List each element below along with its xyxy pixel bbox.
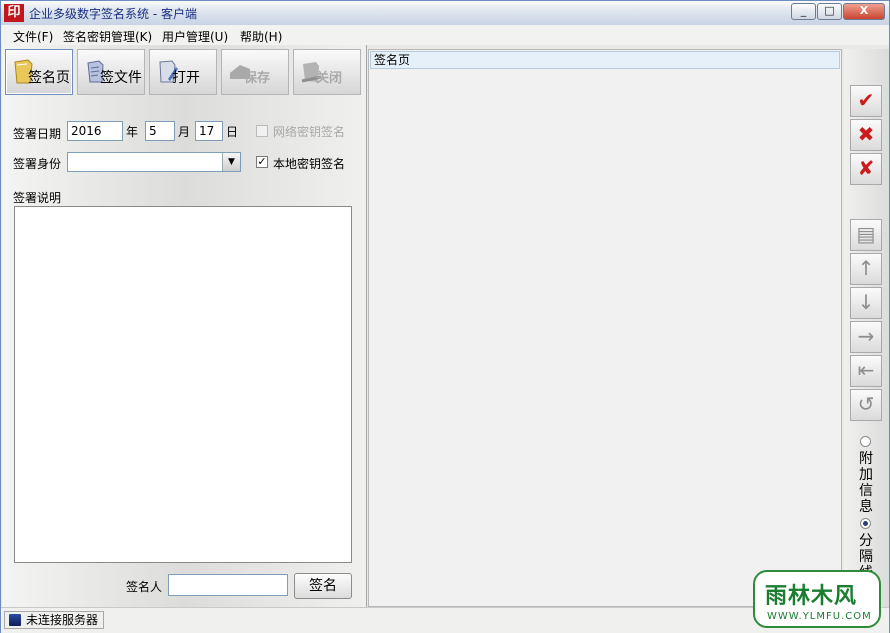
watermark-text: 雨林木风 (765, 584, 858, 609)
minimize-button[interactable]: _ (791, 3, 816, 20)
close-document-button[interactable]: 关闭 (293, 49, 361, 95)
connection-status-text: 未连接服务器 (26, 613, 99, 627)
menu-file[interactable]: 文件(F) (13, 28, 53, 45)
watermark-url: WWW.YLMFU.COM (767, 611, 872, 622)
network-key-label: 网络密钥签名 (273, 125, 346, 139)
local-key-checkbox[interactable]: ✓ (256, 156, 268, 168)
separator-radio[interactable] (860, 518, 871, 529)
sign-page-button[interactable]: 签名页 (5, 49, 73, 95)
close-button[interactable]: X (843, 3, 885, 20)
year-field[interactable]: 2016 (67, 121, 123, 141)
app-seal-icon: 印 (4, 4, 24, 22)
sign-file-label: 签文件 (100, 70, 142, 86)
sign-check-icon[interactable]: ✔ (850, 85, 882, 117)
title-bar[interactable]: 印 企业多级数字签名系统 - 客户端 _ □ X (1, 1, 889, 26)
month-field[interactable]: 5 (145, 121, 175, 141)
save-button[interactable]: 保存 (221, 49, 289, 95)
arrow-left-indent-icon[interactable]: ⇤ (850, 355, 882, 387)
side-toolbar: ✔ ✖ ✘ ▤ ↑ ↓ → ⇤ ↺ 附加信息 分隔线 (844, 49, 889, 607)
undo-icon[interactable]: ↺ (850, 389, 882, 421)
menu-user[interactable]: 用户管理(U) (162, 28, 228, 45)
delete-sign-icon[interactable]: ✖ (850, 119, 882, 151)
menu-sign-key[interactable]: 签名密钥管理(K) (63, 28, 152, 45)
open-button[interactable]: 打开 (149, 49, 217, 95)
window-title: 企业多级数字签名系统 - 客户端 (29, 7, 197, 21)
connection-status: 未连接服务器 (4, 611, 104, 629)
description-textarea[interactable] (14, 206, 352, 563)
server-status-icon (9, 614, 21, 626)
signature-page-tab[interactable]: 签名页 (370, 51, 840, 69)
page-doc-icon[interactable]: ▤ (850, 219, 882, 251)
maximize-button[interactable]: □ (817, 3, 842, 20)
description-label: 签署说明 (13, 191, 62, 205)
app-window: 印 企业多级数字签名系统 - 客户端 _ □ X 文件(F) 签名密钥管理(K)… (0, 0, 890, 633)
sign-date-label: 签署日期 (13, 127, 62, 141)
arrow-up-icon[interactable]: ↑ (850, 253, 882, 285)
close-doc-label: 关闭 (316, 71, 343, 86)
open-label: 打开 (172, 70, 200, 86)
arrow-down-icon[interactable]: ↓ (850, 287, 882, 319)
signer-field[interactable] (168, 574, 288, 596)
extra-info-radio[interactable] (860, 436, 871, 447)
sign-form-panel: 签名页 签文件 打开 保存 关闭 签署日期 2016 年 5 月 17 日 网络… (2, 45, 367, 607)
sign-button[interactable]: 签名 (294, 573, 352, 599)
extra-info-label: 附加信息 (859, 451, 873, 515)
local-key-label: 本地密钥签名 (273, 157, 346, 171)
menu-help[interactable]: 帮助(H) (240, 28, 282, 45)
identity-select[interactable]: ▼ (67, 152, 241, 172)
sign-file-button[interactable]: 签文件 (77, 49, 145, 95)
network-key-checkbox[interactable] (256, 125, 268, 137)
sign-page-label: 签名页 (28, 70, 70, 86)
month-unit: 月 (178, 125, 191, 139)
chevron-down-icon[interactable]: ▼ (222, 153, 240, 171)
arrow-right-icon[interactable]: → (850, 321, 882, 353)
menu-bar: 文件(F) 签名密钥管理(K) 用户管理(U) 帮助(H) (1, 25, 889, 45)
clear-sign-icon[interactable]: ✘ (850, 153, 882, 185)
day-unit: 日 (226, 125, 239, 139)
watermark-logo: 雨林木风 WWW.YLMFU.COM (753, 570, 881, 628)
identity-label: 签署身份 (13, 157, 62, 171)
signer-label: 签名人 (126, 580, 163, 594)
document-view[interactable]: 签名页 (368, 49, 842, 607)
year-unit: 年 (126, 125, 139, 139)
save-label: 保存 (244, 71, 271, 86)
day-field[interactable]: 17 (195, 121, 223, 141)
